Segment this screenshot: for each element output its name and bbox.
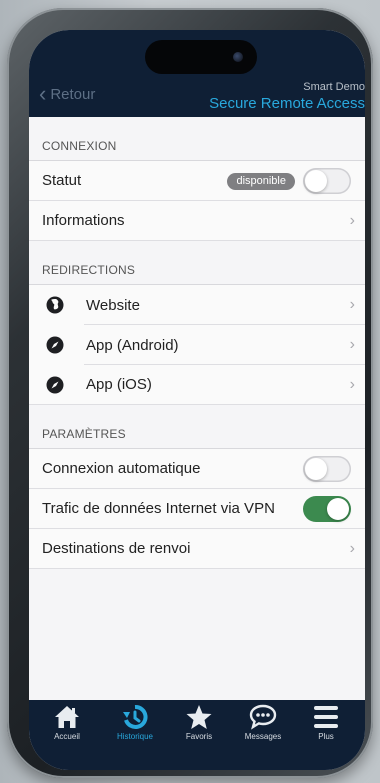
chevron-left-icon: ‹ [39,80,47,106]
section-header-connexion: CONNEXION [29,117,365,161]
tab-label: Messages [244,732,282,741]
auto-connect-toggle[interactable] [303,456,351,482]
chevron-right-icon: › [349,212,355,229]
row-label: Website [86,296,140,314]
row-app-android[interactable]: App (Android) › [29,325,365,365]
toggle-knob [305,458,327,480]
row-destinations[interactable]: Destinations de renvoi › [29,529,365,569]
tab-label: Accueil [54,732,80,741]
tab-plus[interactable]: Plus [296,704,356,741]
phone-frame: ‹ Retour Smart Demo Secure Remote Access… [7,8,373,778]
tab-label: Favoris [185,732,213,741]
app-name: Smart Demo [303,81,365,93]
row-label: Destinations de renvoi [42,540,191,557]
star-icon [186,705,212,729]
row-website[interactable]: Website › [29,285,365,325]
tab-favoris[interactable]: Favoris [169,704,229,741]
settings-list: CONNEXION Statut disponible Informations… [29,117,365,700]
status-badge: disponible [227,173,295,190]
compass-icon [46,336,64,354]
globe-icon [46,296,64,314]
vpn-traffic-toggle[interactable] [303,496,351,522]
chevron-right-icon: › [349,296,355,313]
row-label: Informations [42,212,125,229]
row-app-ios[interactable]: App (iOS) › [29,365,365,405]
tab-accueil[interactable]: Accueil [37,704,97,741]
row-label: App (iOS) [86,376,152,393]
tab-messages[interactable]: Messages [233,704,293,741]
menu-icon [314,706,338,728]
tab-historique[interactable]: Historique [105,704,165,741]
toggle-knob [327,498,349,520]
tab-label: Historique [116,732,153,741]
phone-screen: ‹ Retour Smart Demo Secure Remote Access… [29,30,365,770]
toggle-knob [305,170,327,192]
home-icon [55,706,79,728]
dynamic-island [145,40,257,74]
row-label: Statut [42,172,82,189]
section-header-parametres: PARAMÈTRES [29,405,365,449]
row-label: Trafic de données Internet via VPN [42,500,275,517]
history-icon [123,705,148,729]
chevron-right-icon: › [349,376,355,393]
chevron-right-icon: › [349,336,355,353]
chat-icon [249,704,277,730]
row-statut: Statut disponible [29,161,365,201]
nav-header: ‹ Retour Smart Demo Secure Remote Access [29,30,365,117]
chevron-right-icon: › [349,540,355,557]
row-informations[interactable]: Informations › [29,201,365,241]
section-header-redirections: REDIRECTIONS [29,241,365,285]
page-title: Secure Remote Access [209,95,365,112]
tab-bar: Accueil Historique Favoris Messages Plus [29,700,365,770]
back-label: Retour [50,86,96,103]
row-connexion-auto: Connexion automatique [29,449,365,489]
statut-toggle[interactable] [303,168,351,194]
camera-icon [233,52,243,62]
tab-label: Plus [318,732,334,741]
row-label: Connexion automatique [42,460,201,477]
row-label: App (Android) [86,336,179,354]
compass-icon [46,376,64,394]
back-button[interactable]: ‹ Retour [39,80,96,106]
row-vpn-traffic: Trafic de données Internet via VPN [29,489,365,529]
